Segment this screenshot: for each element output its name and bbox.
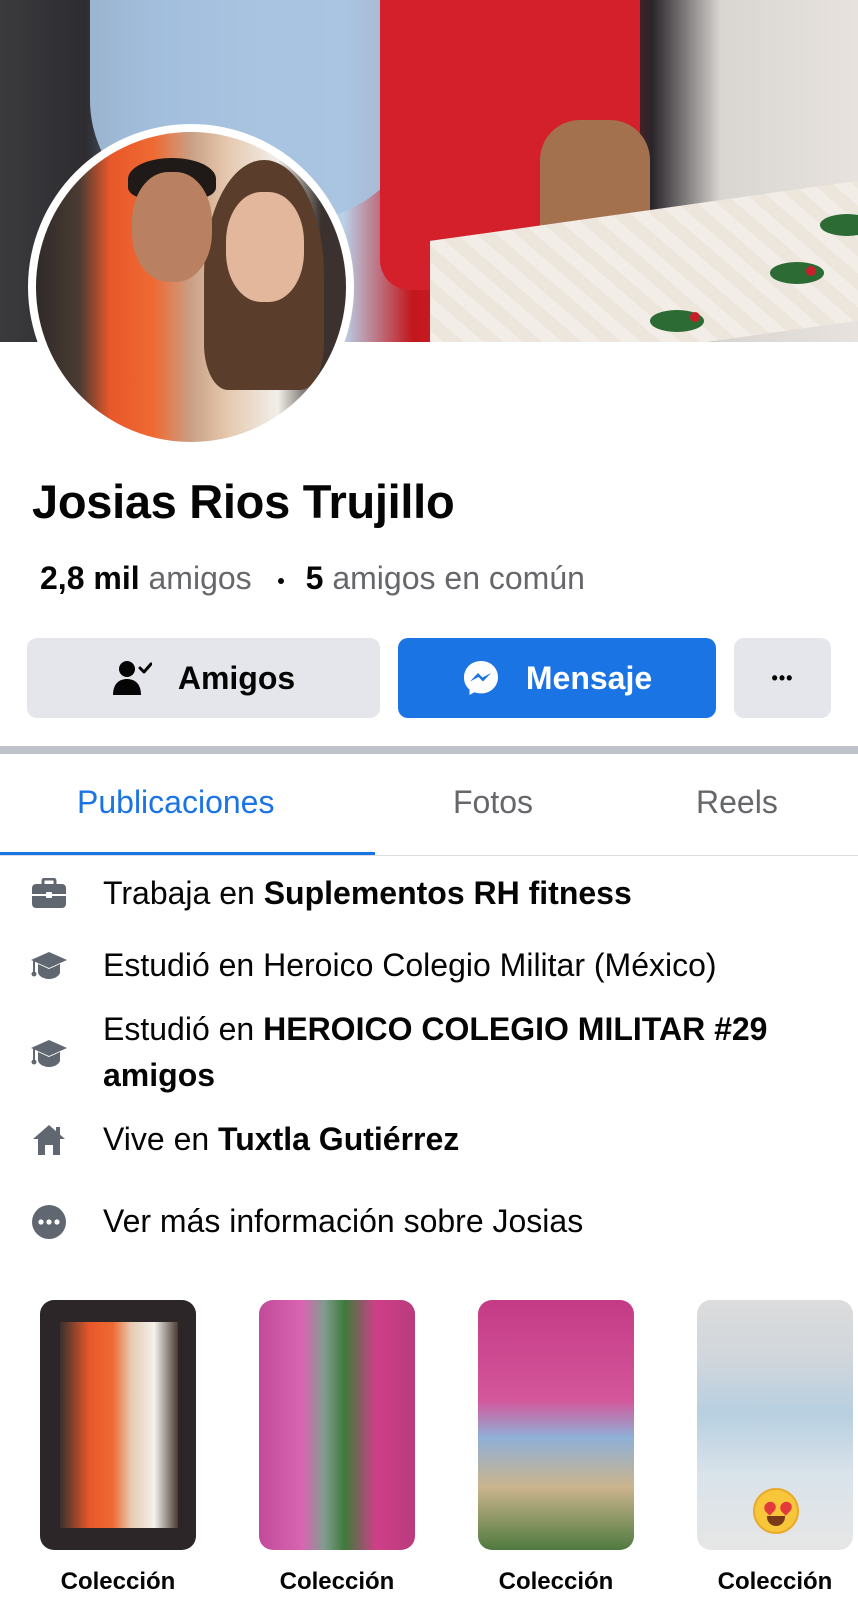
detail-education-1-text: Estudió en Heroico Colegio Militar (Méxi… — [103, 947, 717, 983]
briefcase-icon — [30, 875, 68, 913]
profile-picture[interactable] — [28, 124, 354, 450]
detail-education-1[interactable]: Estudió en Heroico Colegio Militar (Méxi… — [0, 942, 858, 990]
mutual-friends-label: amigos en común — [332, 560, 585, 596]
collection-card-1[interactable] — [40, 1300, 196, 1550]
message-button-label: Mensaje — [525, 659, 653, 696]
detail-location-text: Vive en Tuxtla Gutiérrez — [103, 1121, 460, 1157]
friend-counts[interactable]: 2,8 mil amigos 5 amigos en común — [40, 560, 585, 597]
collection-card-3[interactable] — [478, 1300, 634, 1550]
detail-see-more[interactable]: Ver más información sobre Josias — [0, 1198, 858, 1246]
profile-name: Josias Rios Trujillo — [32, 475, 455, 528]
detail-work[interactable]: Trabaja en Suplementos RH fitness — [0, 870, 858, 918]
message-button[interactable]: Mensaje — [398, 638, 716, 718]
active-tab-indicator — [0, 852, 375, 855]
messenger-icon — [462, 659, 500, 697]
collection-label-4: Colección — [717, 1568, 833, 1595]
friends-button-label: Amigos — [177, 659, 296, 696]
more-options-button[interactable]: ••• — [734, 638, 831, 718]
detail-education-2[interactable]: Estudió en HEROICO COLEGIO MILITAR #29 a… — [0, 1006, 858, 1102]
collection-card-4[interactable] — [697, 1300, 853, 1550]
more-dots-icon: ••• — [771, 667, 794, 688]
friends-count: 2,8 mil — [40, 560, 140, 596]
more-info-icon — [30, 1203, 68, 1241]
collection-card-2[interactable] — [259, 1300, 415, 1550]
profile-tabs: Publicaciones Fotos Reels — [0, 754, 858, 856]
detail-work-text: Trabaja en Suplementos RH fitness — [103, 875, 632, 911]
friends-label: amigos — [148, 560, 252, 596]
separator-dot — [277, 577, 284, 584]
collection-label-2: Colección — [279, 1568, 395, 1595]
tab-fotos[interactable]: Fotos — [453, 784, 533, 821]
heart-eyes-emoji-icon — [753, 1488, 799, 1534]
detail-education-2-text: Estudió en HEROICO COLEGIO MILITAR #29 a… — [103, 1011, 768, 1093]
person-check-icon — [112, 659, 152, 697]
section-divider — [0, 746, 858, 754]
collection-label-3: Colección — [498, 1568, 614, 1595]
detail-see-more-text: Ver más información sobre Josias — [103, 1203, 584, 1239]
mutual-friends-count: 5 — [305, 560, 324, 596]
detail-location[interactable]: Vive en Tuxtla Gutiérrez — [0, 1116, 858, 1164]
graduation-cap-icon — [30, 947, 68, 985]
home-icon — [30, 1121, 68, 1159]
friends-button[interactable]: Amigos — [27, 638, 380, 718]
tab-reels[interactable]: Reels — [696, 784, 778, 821]
tab-publicaciones[interactable]: Publicaciones — [77, 784, 274, 821]
collection-label-1: Colección — [60, 1568, 176, 1595]
graduation-cap-icon — [30, 1035, 68, 1073]
